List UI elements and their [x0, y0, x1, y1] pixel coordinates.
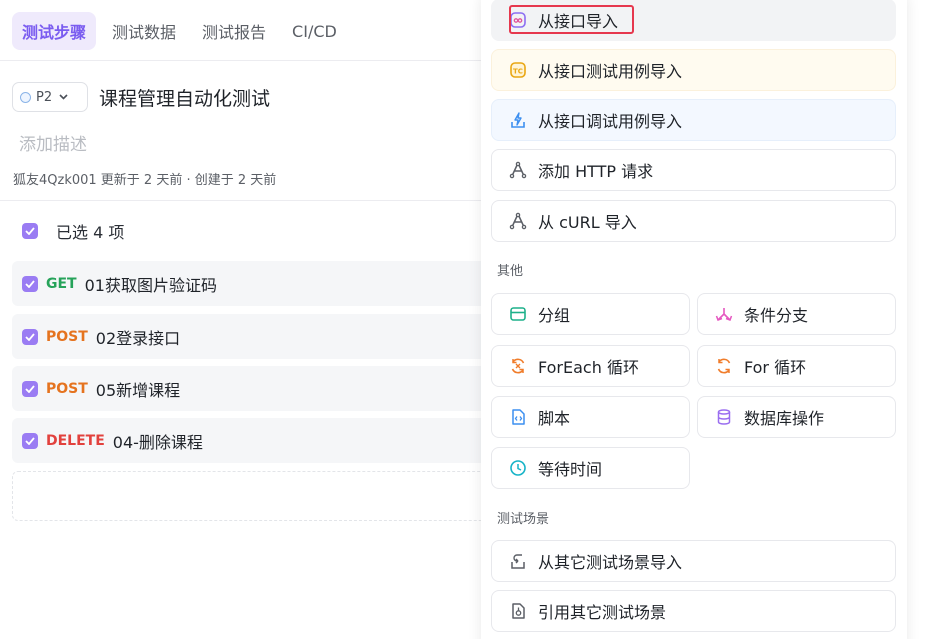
menu-item-for-loop[interactable]: For 循环	[697, 345, 896, 387]
menu-item-label: 数据库操作	[744, 409, 825, 428]
priority-select[interactable]: P2	[12, 82, 88, 112]
tab-divider	[0, 60, 481, 61]
tab-cicd[interactable]: CI/CD	[282, 12, 347, 50]
http-request-icon	[508, 160, 528, 180]
menu-item-script[interactable]: 脚本	[491, 396, 690, 438]
menu-item-label: ForEach 循环	[538, 358, 639, 377]
step-name: 04-删除课程	[112, 432, 203, 452]
step-name: 05新增课程	[95, 380, 181, 400]
clock-icon	[508, 458, 528, 478]
step-name: 02登录接口	[95, 328, 181, 348]
menu-item-label: 引用其它测试场景	[538, 603, 667, 622]
menu-item-label: 条件分支	[744, 306, 809, 325]
step-checkbox[interactable]	[22, 380, 38, 397]
foreach-icon	[508, 356, 528, 376]
step-checkbox[interactable]	[22, 275, 38, 292]
menu-item-import-from-test-case[interactable]: TC 从接口测试用例导入	[491, 49, 896, 91]
highlight-box	[509, 5, 634, 34]
case-title[interactable]: 课程管理自动化测试	[99, 84, 270, 111]
menu-item-label: 从其它测试场景导入	[538, 553, 683, 572]
menu-item-condition-branch[interactable]: 条件分支	[697, 293, 896, 335]
case-meta: 狐友4Qzk001 更新于 2 天前 · 创建于 2 天前	[13, 173, 277, 188]
menu-item-label: 从 cURL 导入	[538, 213, 637, 232]
menu-item-label: 从接口测试用例导入	[538, 62, 683, 81]
menu-item-label: 分组	[538, 306, 571, 325]
step-row[interactable]: POST 02登录接口	[12, 314, 492, 359]
step-method: DELETE	[46, 432, 105, 449]
script-icon	[508, 407, 528, 427]
for-loop-icon	[714, 356, 734, 376]
tab-test-steps[interactable]: 测试步骤	[12, 12, 97, 50]
tab-test-report[interactable]: 测试报告	[192, 12, 276, 50]
menu-item-database-operation[interactable]: 数据库操作	[697, 396, 896, 438]
step-row[interactable]: DELETE 04-删除课程	[12, 418, 492, 463]
menu-item-reference-scenario[interactable]: 引用其它测试场景	[491, 590, 896, 632]
tab-test-data[interactable]: 测试数据	[102, 12, 186, 50]
chevron-down-icon	[59, 92, 68, 103]
step-method: POST	[46, 328, 88, 345]
select-all-checkbox[interactable]	[22, 223, 38, 239]
step-checkbox[interactable]	[22, 328, 38, 345]
meta-divider	[0, 200, 481, 201]
step-row[interactable]: GET 01获取图片验证码	[12, 261, 492, 306]
step-row[interactable]: POST 05新增课程	[12, 366, 492, 411]
menu-item-label: 从接口调试用例导入	[538, 112, 683, 131]
menu-item-foreach-loop[interactable]: ForEach 循环	[491, 345, 690, 387]
branch-icon	[714, 304, 734, 324]
menu-item-label: 等待时间	[538, 460, 603, 479]
selection-summary: 已选 4 项	[13, 214, 124, 248]
menu-item-import-from-scenario[interactable]: 从其它测试场景导入	[491, 540, 896, 582]
menu-item-group[interactable]: 分组	[491, 293, 690, 335]
add-step-menu: 从接口导入 TC 从接口测试用例导入 从接口调试用例导入 添加 HTTP 请求 …	[481, 0, 907, 639]
svg-text:TC: TC	[513, 67, 523, 75]
description-input[interactable]: 添加描述	[19, 130, 87, 155]
menu-item-wait-time[interactable]: 等待时间	[491, 447, 690, 489]
group-icon	[508, 304, 528, 324]
priority-value: P2	[36, 89, 53, 105]
section-title-test-scenario: 测试场景	[497, 512, 550, 527]
step-name: 01获取图片验证码	[84, 275, 217, 295]
step-method: GET	[46, 275, 77, 292]
selection-count: 已选 4 项	[56, 223, 125, 242]
database-icon	[714, 407, 734, 427]
menu-item-import-from-debug-case[interactable]: 从接口调试用例导入	[491, 99, 896, 141]
scenario-import-icon	[508, 551, 528, 571]
priority-dot-icon	[20, 91, 31, 103]
step-checkbox[interactable]	[22, 432, 38, 449]
tab-bar: 测试步骤 测试数据 测试报告 CI/CD	[12, 11, 347, 51]
add-step-dropzone[interactable]	[12, 471, 492, 521]
menu-item-label: For 循环	[744, 358, 807, 377]
step-method: POST	[46, 380, 88, 397]
menu-item-label: 添加 HTTP 请求	[538, 162, 654, 181]
tc-icon: TC	[508, 60, 528, 80]
menu-item-add-http-request[interactable]: 添加 HTTP 请求	[491, 149, 896, 191]
menu-item-label: 脚本	[538, 409, 571, 428]
section-title-other: 其他	[497, 264, 524, 279]
menu-item-import-from-curl[interactable]: 从 cURL 导入	[491, 200, 896, 242]
debug-case-icon	[508, 110, 528, 130]
curl-icon	[508, 211, 528, 231]
scenario-reference-icon	[508, 601, 528, 621]
